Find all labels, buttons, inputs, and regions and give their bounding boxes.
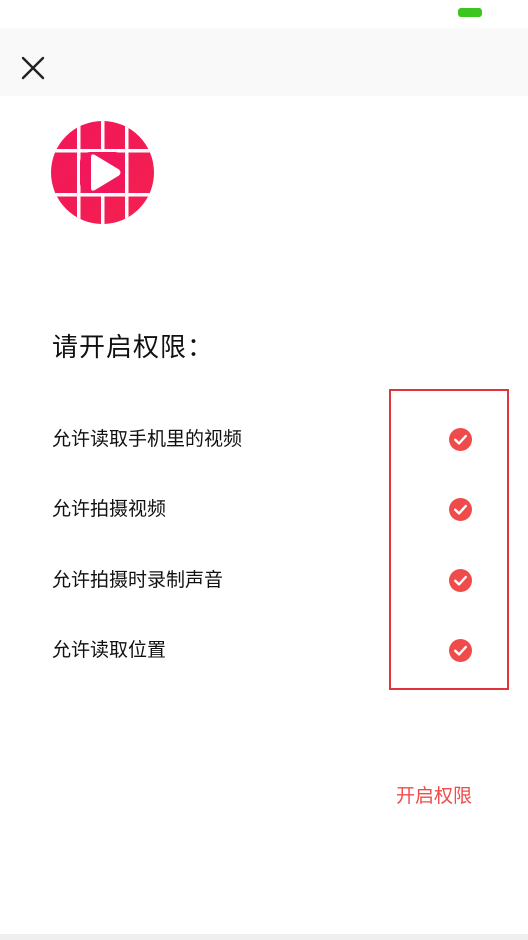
battery-icon bbox=[458, 8, 482, 17]
permission-label: 允许读取手机里的视频 bbox=[52, 428, 243, 450]
check-circle-icon[interactable] bbox=[449, 428, 472, 451]
permission-row-read-location[interactable]: 允许读取位置 bbox=[0, 615, 528, 685]
status-bar bbox=[0, 0, 528, 28]
page-title: 请开启权限： bbox=[52, 333, 215, 363]
permission-row-record-audio[interactable]: 允许拍摄时录制声音 bbox=[0, 545, 528, 615]
check-circle-icon[interactable] bbox=[449, 498, 472, 521]
video-play-logo-icon bbox=[51, 121, 154, 224]
permission-row-record-video[interactable]: 允许拍摄视频 bbox=[0, 474, 528, 544]
bottom-divider bbox=[0, 934, 528, 940]
close-button[interactable] bbox=[14, 50, 54, 86]
enable-permissions-button[interactable]: 开启权限 bbox=[384, 778, 484, 814]
check-circle-icon[interactable] bbox=[449, 569, 472, 592]
close-icon bbox=[21, 56, 45, 80]
permission-label: 允许拍摄时录制声音 bbox=[52, 569, 224, 591]
permission-label: 允许拍摄视频 bbox=[52, 498, 167, 520]
permission-label: 允许读取位置 bbox=[52, 639, 167, 661]
app-logo bbox=[51, 121, 154, 224]
permission-row-read-video[interactable]: 允许读取手机里的视频 bbox=[0, 404, 528, 474]
check-circle-icon[interactable] bbox=[449, 639, 472, 662]
top-bar bbox=[0, 28, 528, 96]
